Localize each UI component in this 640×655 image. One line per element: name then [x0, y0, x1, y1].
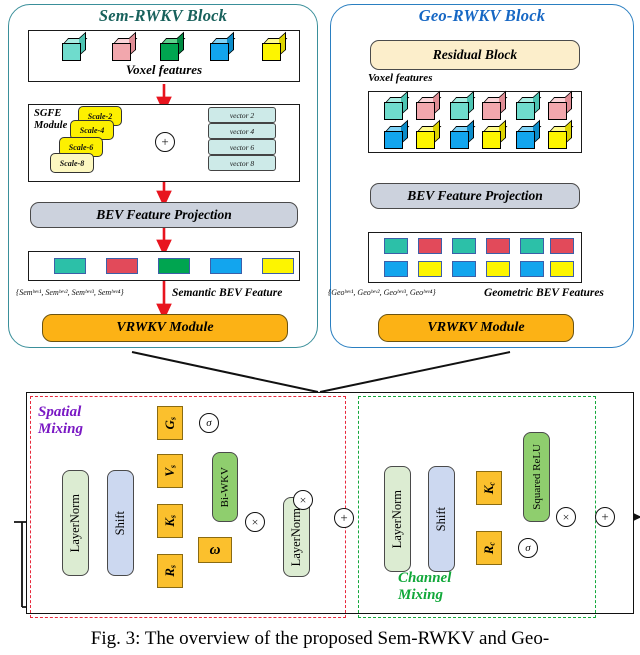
geo-vrwkv-label: VRWKV Module: [427, 320, 524, 336]
spatial-multiply-node-1: ×: [245, 512, 265, 532]
sem-vrwkv-module[interactable]: VRWKV Module: [42, 314, 288, 342]
spatial-value-V-sub: s: [169, 465, 178, 468]
geo-bev-squares-row2: [368, 257, 582, 282]
sem-bev-square-yellow: [262, 258, 294, 274]
channel-mixing-label-line1: Channel: [398, 570, 451, 587]
sgfe-vector-8-label: vector 8: [209, 156, 275, 172]
sem-bev-square-blue: [210, 258, 242, 274]
spatial-mixing-label-line1: Spatial: [38, 404, 83, 421]
channel-mixing-label-line2: Mixing: [398, 587, 451, 604]
spatial-receptance-R[interactable]: Rs: [157, 554, 183, 588]
spatial-shift-label: Shift: [113, 511, 128, 535]
spatial-multiply-1-label: ×: [252, 515, 259, 530]
geo-bev-squares-row1: [368, 232, 582, 257]
sgfe-sum-symbol: +: [161, 134, 168, 150]
spatial-receptance-R-label: R: [162, 568, 177, 577]
sgfe-vector-4-label: vector 4: [209, 124, 275, 140]
spatial-omega-label: ω: [210, 542, 221, 559]
geo-vrwkv-module[interactable]: VRWKV Module: [378, 314, 574, 342]
spatial-mixing-label-line2: Mixing: [38, 421, 83, 438]
figure-root: Sem-RWKV Block Voxel features SGFE Modul…: [0, 0, 640, 655]
sgfe-vector-2[interactable]: vector 2: [208, 107, 276, 123]
sem-bev-square-green: [158, 258, 190, 274]
sgfe-vector-4[interactable]: vector 4: [208, 123, 276, 139]
channel-layernorm[interactable]: LayerNorm: [384, 466, 411, 572]
channel-sigma-label: σ: [525, 542, 530, 554]
geo-residual-label: Residual Block: [433, 47, 517, 63]
spatial-add-node: +: [334, 508, 354, 528]
spatial-layernorm-1[interactable]: LayerNorm: [62, 470, 89, 576]
channel-key-K-label: K: [481, 485, 496, 494]
spatial-sigma-node: σ: [199, 413, 219, 433]
channel-receptance-R-label: R: [481, 545, 496, 554]
geo-residual-block[interactable]: Residual Block: [370, 40, 580, 70]
sem-feature-caption: Semantic BEV Feature: [172, 287, 282, 299]
spatial-sigma-label: σ: [206, 417, 211, 429]
channel-layernorm-label: LayerNorm: [390, 490, 405, 548]
geo-bev-feature-projection[interactable]: BEV Feature Projection: [370, 183, 580, 209]
channel-mixing-label: Channel Mixing: [398, 570, 451, 604]
spatial-value-V-label: V: [162, 468, 177, 477]
sgfe-sum-node: +: [155, 132, 175, 152]
spatial-multiply-node-2: ×: [293, 490, 313, 510]
spatial-key-K-sub: s: [169, 515, 178, 518]
sgfe-vector-8[interactable]: vector 8: [208, 155, 276, 171]
channel-shift[interactable]: Shift: [428, 466, 455, 572]
geo-feature-caption: Geometric BEV Features: [484, 287, 604, 299]
sem-bev-projection-label: BEV Feature Projection: [96, 207, 232, 223]
channel-add-node: +: [595, 507, 615, 527]
channel-multiply-node: ×: [556, 507, 576, 527]
spatial-omega[interactable]: ω: [198, 537, 232, 563]
spatial-receptance-R-sub: s: [169, 565, 178, 568]
figure-caption: Fig. 3: The overview of the proposed Sem…: [0, 628, 640, 650]
spatial-bi-wkv[interactable]: Bi-WKV: [212, 452, 238, 522]
sem-vrwkv-label: VRWKV Module: [116, 320, 213, 336]
spatial-layernorm-2-label: LayerNorm: [289, 508, 304, 566]
channel-receptance-R-sub: c: [488, 542, 497, 546]
channel-squared-relu-label: Squared ReLU: [531, 444, 543, 510]
geo-feature-formula: {Geo₟ᵇᵉᵛ¹, Geo₟ᵇᵉᵛ², Geo₟ᵇᵉᵛ³, Geo₟ᵇᵉᵛ⁴}: [328, 288, 480, 297]
geo-bev-projection-label: BEV Feature Projection: [407, 188, 543, 204]
spatial-gate-G-label: G: [162, 420, 177, 429]
sem-bev-square-red: [106, 258, 138, 274]
spatial-key-K[interactable]: Ks: [157, 504, 183, 538]
spatial-shift[interactable]: Shift: [107, 470, 134, 576]
sgfe-vector-6[interactable]: vector 6: [208, 139, 276, 155]
spatial-bi-wkv-label: Bi-WKV: [219, 467, 231, 507]
geo-voxel-cubes-row1: [368, 91, 582, 122]
channel-multiply-label: ×: [563, 510, 570, 525]
channel-shift-label: Shift: [434, 507, 449, 531]
spatial-key-K-label: K: [162, 518, 177, 527]
spatial-multiply-2-label: ×: [300, 493, 307, 508]
spatial-gate-G[interactable]: Gs: [157, 406, 183, 440]
sem-bev-feature-projection[interactable]: BEV Feature Projection: [30, 202, 298, 228]
spatial-add-label: +: [340, 510, 347, 526]
channel-sigma-node: σ: [518, 538, 538, 558]
geo-rwkv-title: Geo-RWKV Block: [330, 6, 634, 26]
channel-key-K-sub: c: [488, 482, 497, 486]
spatial-gate-G-sub: s: [169, 417, 178, 420]
channel-add-label: +: [601, 509, 608, 525]
channel-key-K[interactable]: Kc: [476, 471, 502, 505]
channel-receptance-R[interactable]: Rc: [476, 531, 502, 565]
sgfe-scale-8[interactable]: Scale-8: [50, 153, 94, 173]
spatial-mixing-label: Spatial Mixing: [38, 404, 83, 438]
channel-squared-relu[interactable]: Squared ReLU: [523, 432, 550, 522]
geo-voxel-features-label: Voxel features: [368, 72, 432, 84]
sem-bev-square-teal: [54, 258, 86, 274]
geo-voxel-cubes-row2: [368, 120, 582, 151]
sgfe-vector-6-label: vector 6: [209, 140, 275, 156]
spatial-value-V[interactable]: Vs: [157, 454, 183, 488]
sgfe-vector-2-label: vector 2: [209, 108, 275, 124]
sem-feature-formula: {Sem₟ᵇᵉᵛ¹, Sem₟ᵇᵉᵛ², Sem₟ᵇᵉᵛ³, Sem₟ᵇᵉᵛ⁴}: [16, 288, 166, 297]
sgfe-scale-8-label: Scale-8: [51, 154, 93, 174]
spatial-layernorm-1-label: LayerNorm: [68, 494, 83, 552]
